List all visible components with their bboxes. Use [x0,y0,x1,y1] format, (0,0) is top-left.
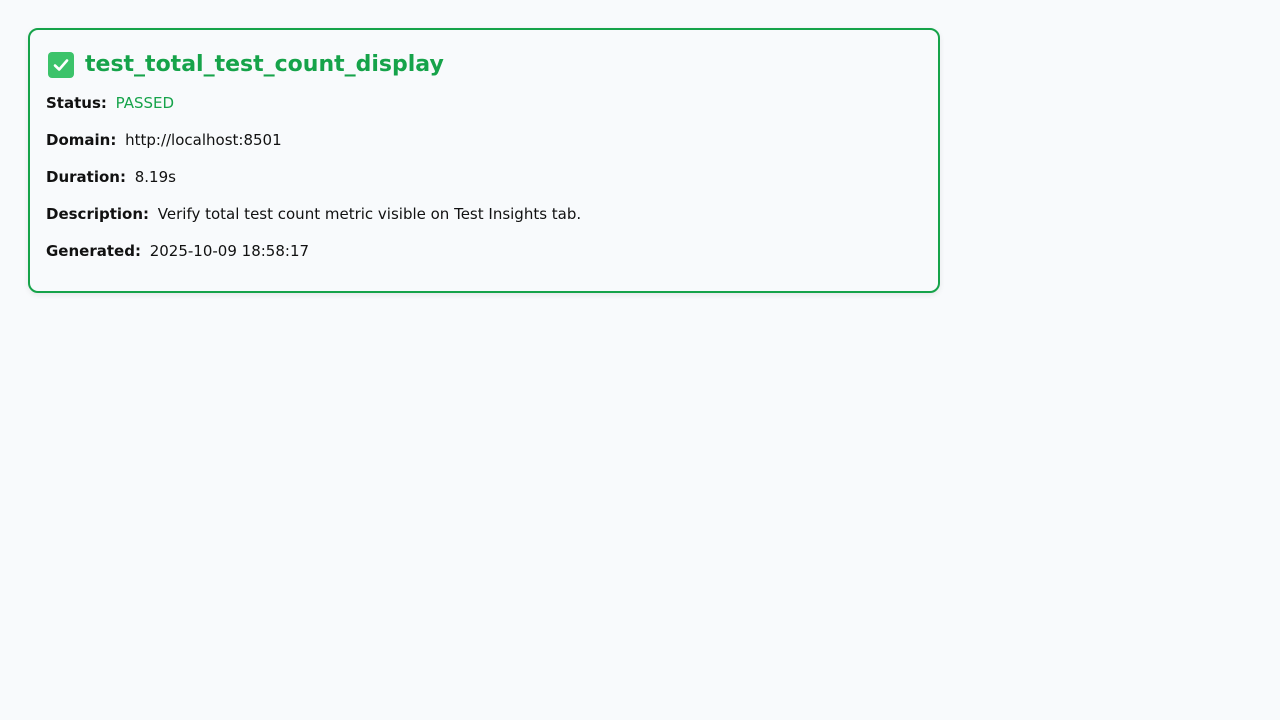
duration-value: 8.19s [134,168,176,186]
description-value: Verify total test count metric visible o… [157,205,582,223]
domain-value: http://localhost:8501 [125,131,282,149]
report-fields: Status: PASSED Domain: http://localhost:… [46,92,922,262]
description-field: Description: Verify total test count met… [46,203,922,225]
generated-value: 2025-10-09 18:58:17 [149,242,310,260]
duration-label: Duration: [46,168,126,186]
generated-label: Generated: [46,242,141,260]
status-label: Status: [46,94,107,112]
description-label: Description: [46,205,150,223]
test-title-row: test_total_test_count_display [46,50,922,80]
test-title: test_total_test_count_display [85,52,444,77]
duration-field: Duration: 8.19s [46,166,922,188]
status-value: PASSED [115,94,175,112]
generated-field: Generated: 2025-10-09 18:58:17 [46,240,922,262]
domain-field: Domain: http://localhost:8501 [46,129,922,151]
domain-label: Domain: [46,131,117,149]
check-box-icon [48,52,74,78]
test-report-card: test_total_test_count_display Status: PA… [28,28,940,293]
status-field: Status: PASSED [46,92,922,114]
